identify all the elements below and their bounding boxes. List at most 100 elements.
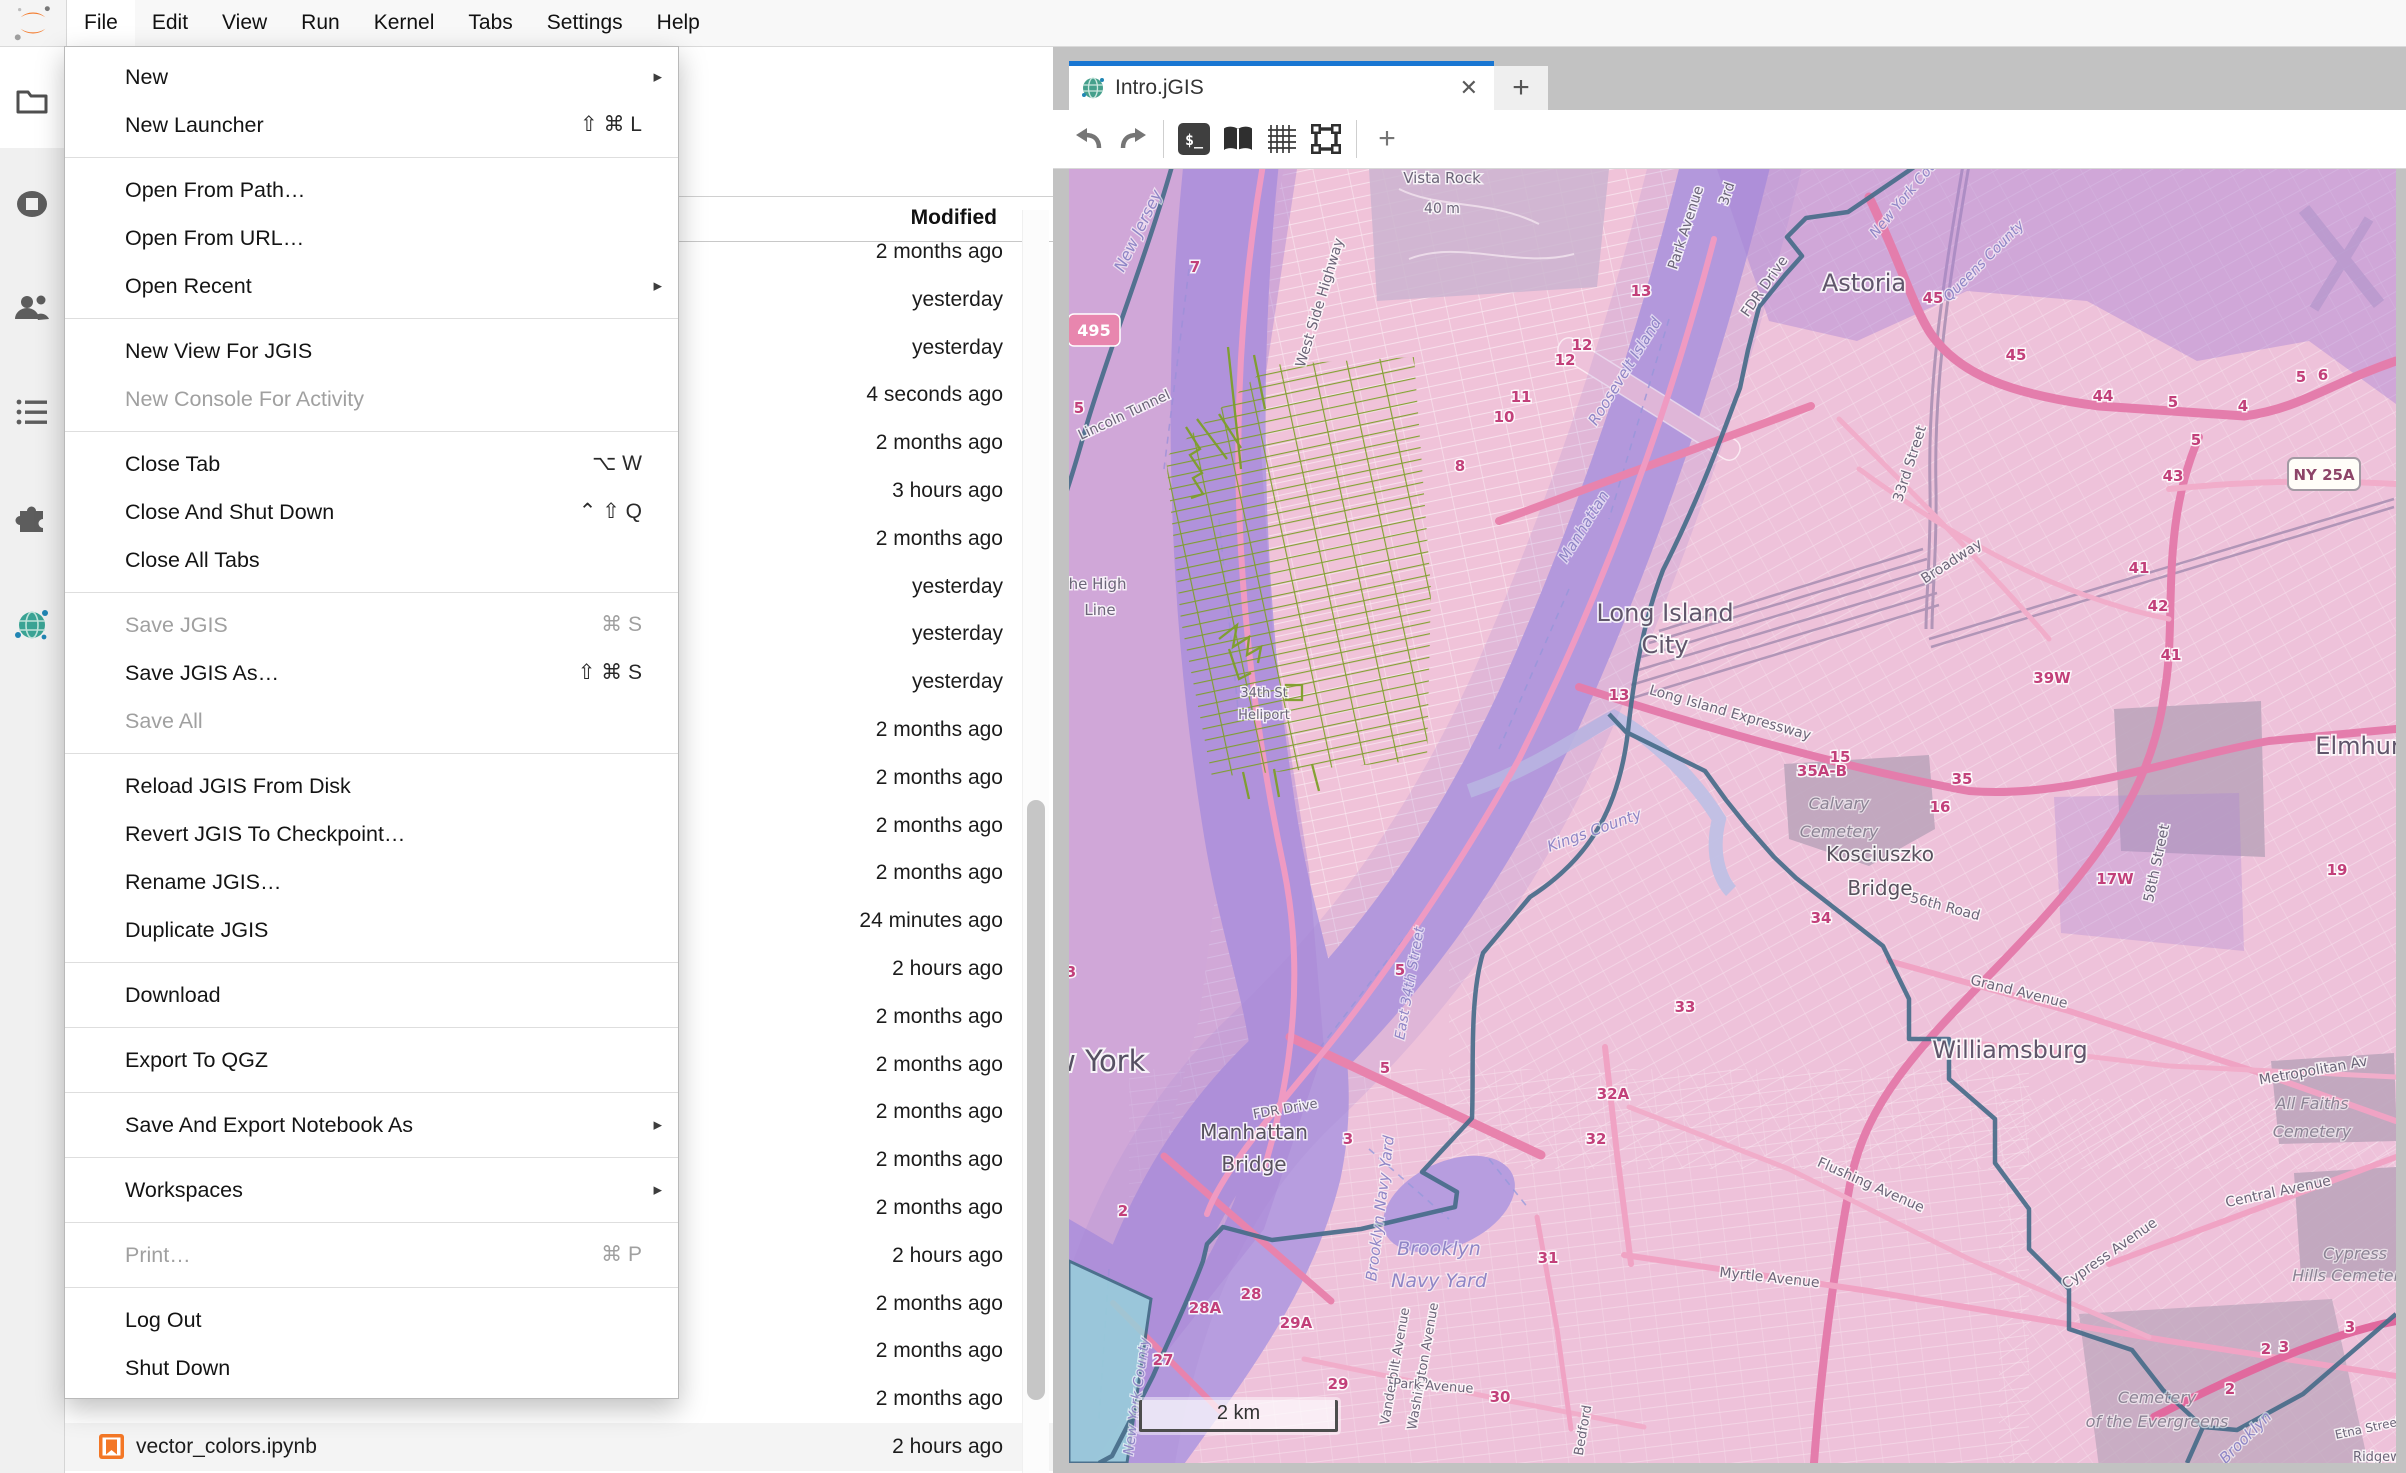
map-label-40-m: 40 m: [1424, 201, 1460, 217]
route-badge-2: 2: [1118, 1202, 1128, 1220]
route-badge-27: 27: [1153, 1351, 1174, 1369]
menu-item-save-jgis-as[interactable]: Save JGIS As…⇧ ⌘ S: [65, 649, 678, 697]
map-canvas[interactable]: 495NY 25A 454544545654341424139W17W19131…: [1069, 169, 2396, 1463]
menu-item-close-and-shut-down[interactable]: Close And Shut Down⌃ ⇧ Q: [65, 488, 678, 536]
route-badge-16: 16: [1930, 798, 1951, 816]
menubar-item-run[interactable]: Run: [284, 0, 357, 46]
sidebar-item-extensions[interactable]: [8, 492, 56, 540]
route-badge-11: 11: [1511, 388, 1532, 406]
menu-separator: [65, 1027, 678, 1028]
menu-item-save-all: Save All: [65, 697, 678, 745]
route-badge-19: 19: [2327, 861, 2348, 879]
menu-item-open-from-url[interactable]: Open From URL…: [65, 214, 678, 262]
scrollbar-thumb[interactable]: [1027, 800, 1045, 1400]
sidebar-item-toc[interactable]: [8, 388, 56, 436]
menu-item-duplicate-jgis[interactable]: Duplicate JGIS: [65, 906, 678, 954]
menu-item-revert-jgis-to-checkpoint[interactable]: Revert JGIS To Checkpoint…: [65, 810, 678, 858]
file-modified-time: 2 months ago: [876, 1088, 1003, 1136]
menu-item-label: Open From URL…: [125, 214, 304, 262]
svg-text:NY 25A: NY 25A: [2293, 466, 2355, 484]
route-shield-ny-25a: NY 25A: [2288, 458, 2360, 490]
sidebar-item-running[interactable]: [8, 180, 56, 228]
menu-item-log-out[interactable]: Log Out: [65, 1296, 678, 1344]
route-badge-2: 2: [2225, 1380, 2235, 1398]
menu-item-label: Open From Path…: [125, 166, 305, 214]
undo-button[interactable]: [1067, 117, 1111, 161]
menu-item-new[interactable]: New▸: [65, 53, 678, 101]
map-view[interactable]: 495NY 25A 454544545654341424139W17W19131…: [1069, 169, 2396, 1463]
sidebar-item-filebrowser[interactable]: [8, 78, 56, 126]
tab-intro-jgis[interactable]: Intro.jGIS ✕: [1069, 61, 1494, 110]
menu-item-close-all-tabs[interactable]: Close All Tabs: [65, 536, 678, 584]
menu-item-download[interactable]: Download: [65, 971, 678, 1019]
menu-item-new-console-for-activity: New Console For Activity: [65, 375, 678, 423]
menu-separator: [65, 592, 678, 593]
toolbar-separator: [1163, 120, 1164, 158]
menu-item-label: Print…: [125, 1231, 191, 1279]
route-badge-43: 43: [2163, 467, 2184, 485]
file-modified-time: 2 months ago: [876, 515, 1003, 563]
menubar-item-file[interactable]: File: [67, 0, 135, 46]
route-badge-41: 41: [2161, 646, 2182, 664]
menu-item-workspaces[interactable]: Workspaces▸: [65, 1166, 678, 1214]
file-row[interactable]: vector_colors.ipynb2 hours ago: [64, 1423, 1053, 1471]
identify-button[interactable]: [1216, 117, 1260, 161]
select-geometry-button[interactable]: [1304, 117, 1348, 161]
menubar-item-help[interactable]: Help: [640, 0, 717, 46]
menu-item-open-recent[interactable]: Open Recent▸: [65, 262, 678, 310]
menubar-item-kernel[interactable]: Kernel: [357, 0, 452, 46]
toolbar-separator: [1356, 120, 1357, 158]
map-label-kosciuszko: Kosciuszko: [1826, 842, 1934, 866]
menu-item-new-launcher[interactable]: New Launcher⇧ ⌘ L: [65, 101, 678, 149]
route-badge-10: 10: [1494, 408, 1515, 426]
submenu-arrow-icon: ▸: [653, 262, 662, 310]
grid-button[interactable]: [1260, 117, 1304, 161]
menu-item-reload-jgis-from-disk[interactable]: Reload JGIS From Disk: [65, 762, 678, 810]
menu-item-export-to-qgz[interactable]: Export To QGZ: [65, 1036, 678, 1084]
map-label-bridge: Bridge: [1221, 1152, 1286, 1176]
add-layer-button[interactable]: +: [1365, 117, 1409, 161]
menu-item-open-from-path[interactable]: Open From Path…: [65, 166, 678, 214]
menubar: FileEditViewRunKernelTabsSettingsHelp: [0, 0, 2406, 47]
menu-separator: [65, 431, 678, 432]
route-badge-5: 5: [1380, 1059, 1390, 1077]
map-label-heliport: Heliport: [1238, 708, 1290, 723]
route-badge-8: 8: [1455, 457, 1465, 475]
left-sidebar: [0, 46, 65, 1473]
file-modified-time: yesterday: [912, 658, 1003, 706]
route-badge-5: 5: [2191, 431, 2201, 449]
file-modified-time: yesterday: [912, 610, 1003, 658]
main-dock-panel: Intro.jGIS ✕ + $_: [1053, 46, 2406, 1473]
menubar-item-view[interactable]: View: [205, 0, 284, 46]
new-tab-button[interactable]: +: [1494, 66, 1548, 110]
close-tab-icon[interactable]: ✕: [1460, 75, 1478, 101]
users-icon: [14, 293, 50, 323]
sidebar-item-jupytergis[interactable]: [8, 601, 56, 649]
menu-item-shortcut: ⌃ ⇧ Q: [579, 488, 642, 536]
sidebar-item-collaboration[interactable]: [8, 284, 56, 332]
file-modified-time: 2 months ago: [876, 849, 1003, 897]
map-label-cypress: Cypress: [2323, 1244, 2387, 1263]
menubar-item-tabs[interactable]: Tabs: [451, 0, 529, 46]
map-label-long-island: Long Island: [1596, 599, 1733, 627]
menubar-item-edit[interactable]: Edit: [135, 0, 205, 46]
route-badge-28a: 28A: [1189, 1299, 1222, 1317]
console-button[interactable]: $_: [1172, 117, 1216, 161]
grid-icon: [1267, 124, 1297, 154]
menu-item-label: New View For JGIS: [125, 327, 312, 375]
map-label-brooklyn: Brooklyn: [1397, 1238, 1481, 1260]
route-badge-42: 42: [2148, 597, 2169, 615]
route-badge-5: 5: [2168, 393, 2178, 411]
menubar-item-settings[interactable]: Settings: [530, 0, 640, 46]
redo-button[interactable]: [1111, 117, 1155, 161]
menu-item-new-view-for-jgis[interactable]: New View For JGIS: [65, 327, 678, 375]
menu-item-save-and-export-notebook-as[interactable]: Save And Export Notebook As▸: [65, 1101, 678, 1149]
menu-item-shut-down[interactable]: Shut Down: [65, 1344, 678, 1392]
menu-item-label: Save JGIS As…: [125, 649, 279, 697]
menu-item-rename-jgis[interactable]: Rename JGIS…: [65, 858, 678, 906]
menu-item-close-tab[interactable]: Close Tab⌥ W: [65, 440, 678, 488]
route-badge-7: 7: [1190, 258, 1200, 276]
menu-item-print: Print…⌘ P: [65, 1231, 678, 1279]
route-badge-3: 3: [1069, 963, 1076, 981]
menu-item-label: New Launcher: [125, 101, 264, 149]
